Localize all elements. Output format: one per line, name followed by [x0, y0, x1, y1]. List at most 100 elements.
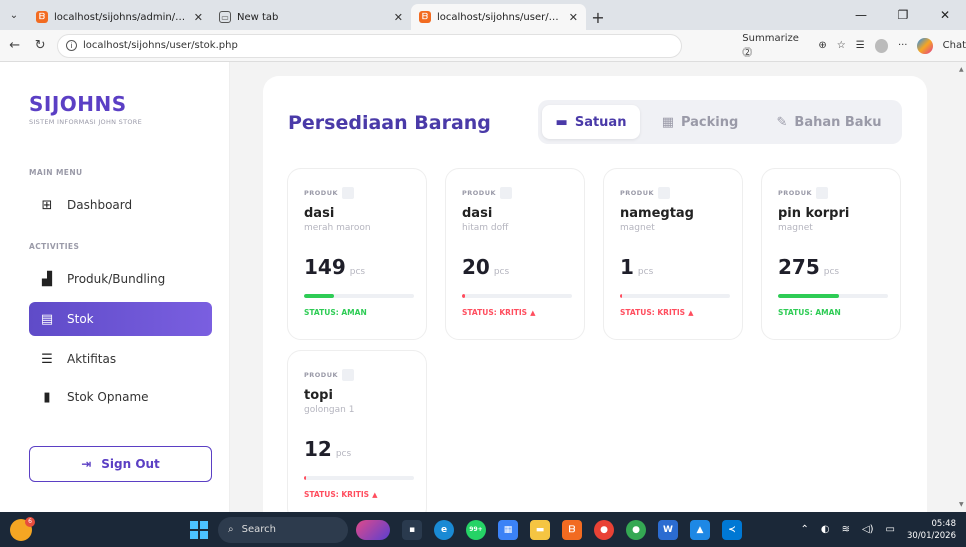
- stock-level-bar: [462, 294, 572, 298]
- scroll-down-icon[interactable]: ▼: [959, 501, 964, 508]
- tab-label: Satuan: [574, 114, 627, 130]
- new-tab-plus-icon[interactable]: +: [586, 4, 610, 30]
- xampp-icon: ᗷ: [419, 11, 431, 23]
- refresh-icon[interactable]: ↻: [29, 38, 50, 53]
- stock-status: STATUS: AMAN: [304, 308, 367, 317]
- product-name: topi: [304, 388, 333, 403]
- product-thumbnail: [658, 187, 671, 199]
- scroll-up-icon[interactable]: ▲: [959, 66, 964, 73]
- chat-label[interactable]: Chat: [943, 40, 966, 51]
- xampp-icon[interactable]: ᗷ: [562, 519, 582, 540]
- url-field[interactable]: i localhost/sijohns/user/stok.php: [56, 33, 683, 58]
- brand-subtitle: SISTEM INFORMASI JOHN STORE: [29, 118, 143, 126]
- tab-packing[interactable]: ▦ Packing: [644, 105, 756, 139]
- close-tab-icon[interactable]: ✕: [194, 11, 203, 24]
- product-card[interactable]: PRODUK topi golongan 1 12 pcs STATUS: KRITIS ▲: [287, 350, 427, 512]
- word-icon[interactable]: W: [658, 519, 678, 540]
- product-name: dasi: [304, 206, 335, 221]
- task-view-icon[interactable]: ▪: [402, 519, 422, 540]
- address-bar: ← ↻ i localhost/sijohns/user/stok.php Su…: [0, 30, 966, 62]
- browser-tab-newtab[interactable]: ▭ New tab ✕: [211, 4, 411, 30]
- browser-tab-stok[interactable]: ᗷ localhost/sijohns/user/stok.php ✕: [411, 4, 586, 30]
- status-label: STATUS: AMAN: [778, 308, 841, 317]
- taskbar-apps: ▪ e 99+ ▦ ▬ ᗷ ● ● W ▲ ≺: [356, 519, 742, 540]
- stock-level-fill: [304, 476, 307, 480]
- close-window-icon[interactable]: ✕: [924, 0, 966, 30]
- minimize-icon[interactable]: —: [840, 0, 882, 30]
- taskbar-search[interactable]: ⌕ Search: [218, 516, 348, 543]
- weather-icon[interactable]: 6: [10, 516, 35, 541]
- product-card[interactable]: PRODUK pin korpri magnet 275 pcs STATUS: AMAN: [761, 168, 901, 340]
- product-card[interactable]: PRODUK dasi merah maroon 149 pcs STATUS: AMAN: [287, 168, 427, 340]
- chevron-up-icon[interactable]: ⌃: [800, 524, 808, 535]
- brand-logo[interactable]: SIJOHNS: [29, 92, 127, 116]
- browser-tab-admin[interactable]: ᗷ localhost/sijohns/admin/index.php ✕: [28, 4, 211, 30]
- quantity-value: 1: [620, 255, 634, 279]
- product-name: dasi: [462, 206, 493, 221]
- taskbar-clock[interactable]: 05:48 30/01/2026: [907, 518, 956, 542]
- close-tab-icon[interactable]: ✕: [569, 11, 578, 24]
- stock-status: STATUS: AMAN: [778, 308, 841, 317]
- tab-satuan[interactable]: ▬ Satuan: [542, 105, 640, 139]
- stock-level-bar: [304, 476, 414, 480]
- browser-tabbar: ⌄ ᗷ localhost/sijohns/admin/index.php ✕ …: [0, 0, 966, 30]
- tool-icon: ✎: [776, 114, 788, 130]
- product-tag-label: PRODUK: [304, 371, 339, 379]
- tab-bahan-baku[interactable]: ✎ Bahan Baku: [760, 105, 898, 139]
- close-tab-icon[interactable]: ✕: [394, 11, 403, 24]
- newtab-icon: ▭: [219, 11, 231, 23]
- page-scrollbar[interactable]: ▲ ▼: [958, 62, 966, 512]
- restore-icon[interactable]: ❐: [882, 0, 924, 30]
- sidebar-item-stok[interactable]: ▤ Stok: [29, 302, 212, 336]
- product-tag: PRODUK: [462, 187, 513, 199]
- app-tray-icon[interactable]: ◐: [821, 524, 830, 535]
- vscode-icon[interactable]: ≺: [722, 519, 742, 540]
- sign-out-label: Sign Out: [101, 457, 160, 471]
- sign-out-icon: ⇥: [81, 457, 92, 471]
- store-icon[interactable]: ▦: [498, 519, 518, 540]
- photos-icon[interactable]: ▲: [690, 519, 710, 540]
- quantity-value: 275: [778, 255, 820, 279]
- stock-quantity: 20 pcs: [462, 255, 509, 279]
- url-text: localhost/sijohns/user/stok.php: [82, 40, 238, 51]
- profile-avatar[interactable]: [874, 38, 888, 53]
- back-arrow-icon[interactable]: ←: [4, 38, 25, 53]
- chrome-profile-icon[interactable]: ●: [626, 519, 646, 540]
- wifi-icon[interactable]: ≋: [842, 524, 850, 535]
- sidebar-item-aktifitas[interactable]: ☰ Aktifitas: [29, 342, 212, 376]
- sign-out-button[interactable]: ⇥ Sign Out: [29, 446, 212, 482]
- more-menu-icon[interactable]: ···: [898, 40, 908, 51]
- tab-actions-chevron-icon[interactable]: ⌄: [0, 0, 28, 30]
- sidebar-item-label: Stok: [67, 312, 94, 326]
- sidebar-item-dashboard[interactable]: ⊞ Dashboard: [29, 188, 212, 222]
- edge-icon[interactable]: e: [434, 519, 454, 540]
- copilot-icon[interactable]: [917, 37, 933, 54]
- file-explorer-icon[interactable]: ▬: [530, 519, 550, 540]
- chrome-icon[interactable]: ●: [594, 519, 614, 540]
- volume-icon[interactable]: ◁): [862, 524, 874, 535]
- widgets-icon[interactable]: [356, 519, 390, 540]
- boxes-stack-icon: ▦: [661, 114, 674, 130]
- favorites-list-icon[interactable]: ☰: [856, 40, 865, 51]
- sidebar-item-label: Aktifitas: [67, 352, 117, 366]
- tab-title: New tab: [237, 11, 279, 23]
- product-thumbnail: [816, 187, 829, 199]
- windows-start-icon[interactable]: [190, 520, 208, 539]
- site-info-icon[interactable]: i: [65, 40, 77, 51]
- xampp-icon: ᗷ: [36, 11, 48, 23]
- summarize-button[interactable]: Summarize ⓶: [742, 33, 808, 59]
- favorite-star-icon[interactable]: ☆: [837, 40, 846, 51]
- status-label: STATUS: KRITIS: [304, 490, 370, 499]
- clock-time: 05:48: [931, 518, 957, 529]
- product-card[interactable]: PRODUK dasi hitam doff 20 pcs STATUS: KRITIS ▲: [445, 168, 585, 340]
- product-card[interactable]: PRODUK namegtag magnet 1 pcs STATUS: KRITIS ▲: [603, 168, 743, 340]
- sidebar-item-label: Dashboard: [67, 198, 133, 212]
- web-page: SIJOHNS SISTEM INFORMASI JOHN STORE MAIN…: [0, 62, 958, 512]
- warning-icon: ▲: [372, 490, 378, 499]
- sidebar-item-stok-opname[interactable]: ▮ Stok Opname: [29, 380, 212, 414]
- whatsapp-icon[interactable]: 99+: [466, 519, 486, 540]
- battery-icon[interactable]: ▭: [886, 524, 895, 535]
- zoom-icon[interactable]: ⊕: [818, 40, 826, 51]
- sidebar-item-produk-bundling[interactable]: ▟ Produk/Bundling: [29, 262, 212, 296]
- stock-quantity: 275 pcs: [778, 255, 839, 279]
